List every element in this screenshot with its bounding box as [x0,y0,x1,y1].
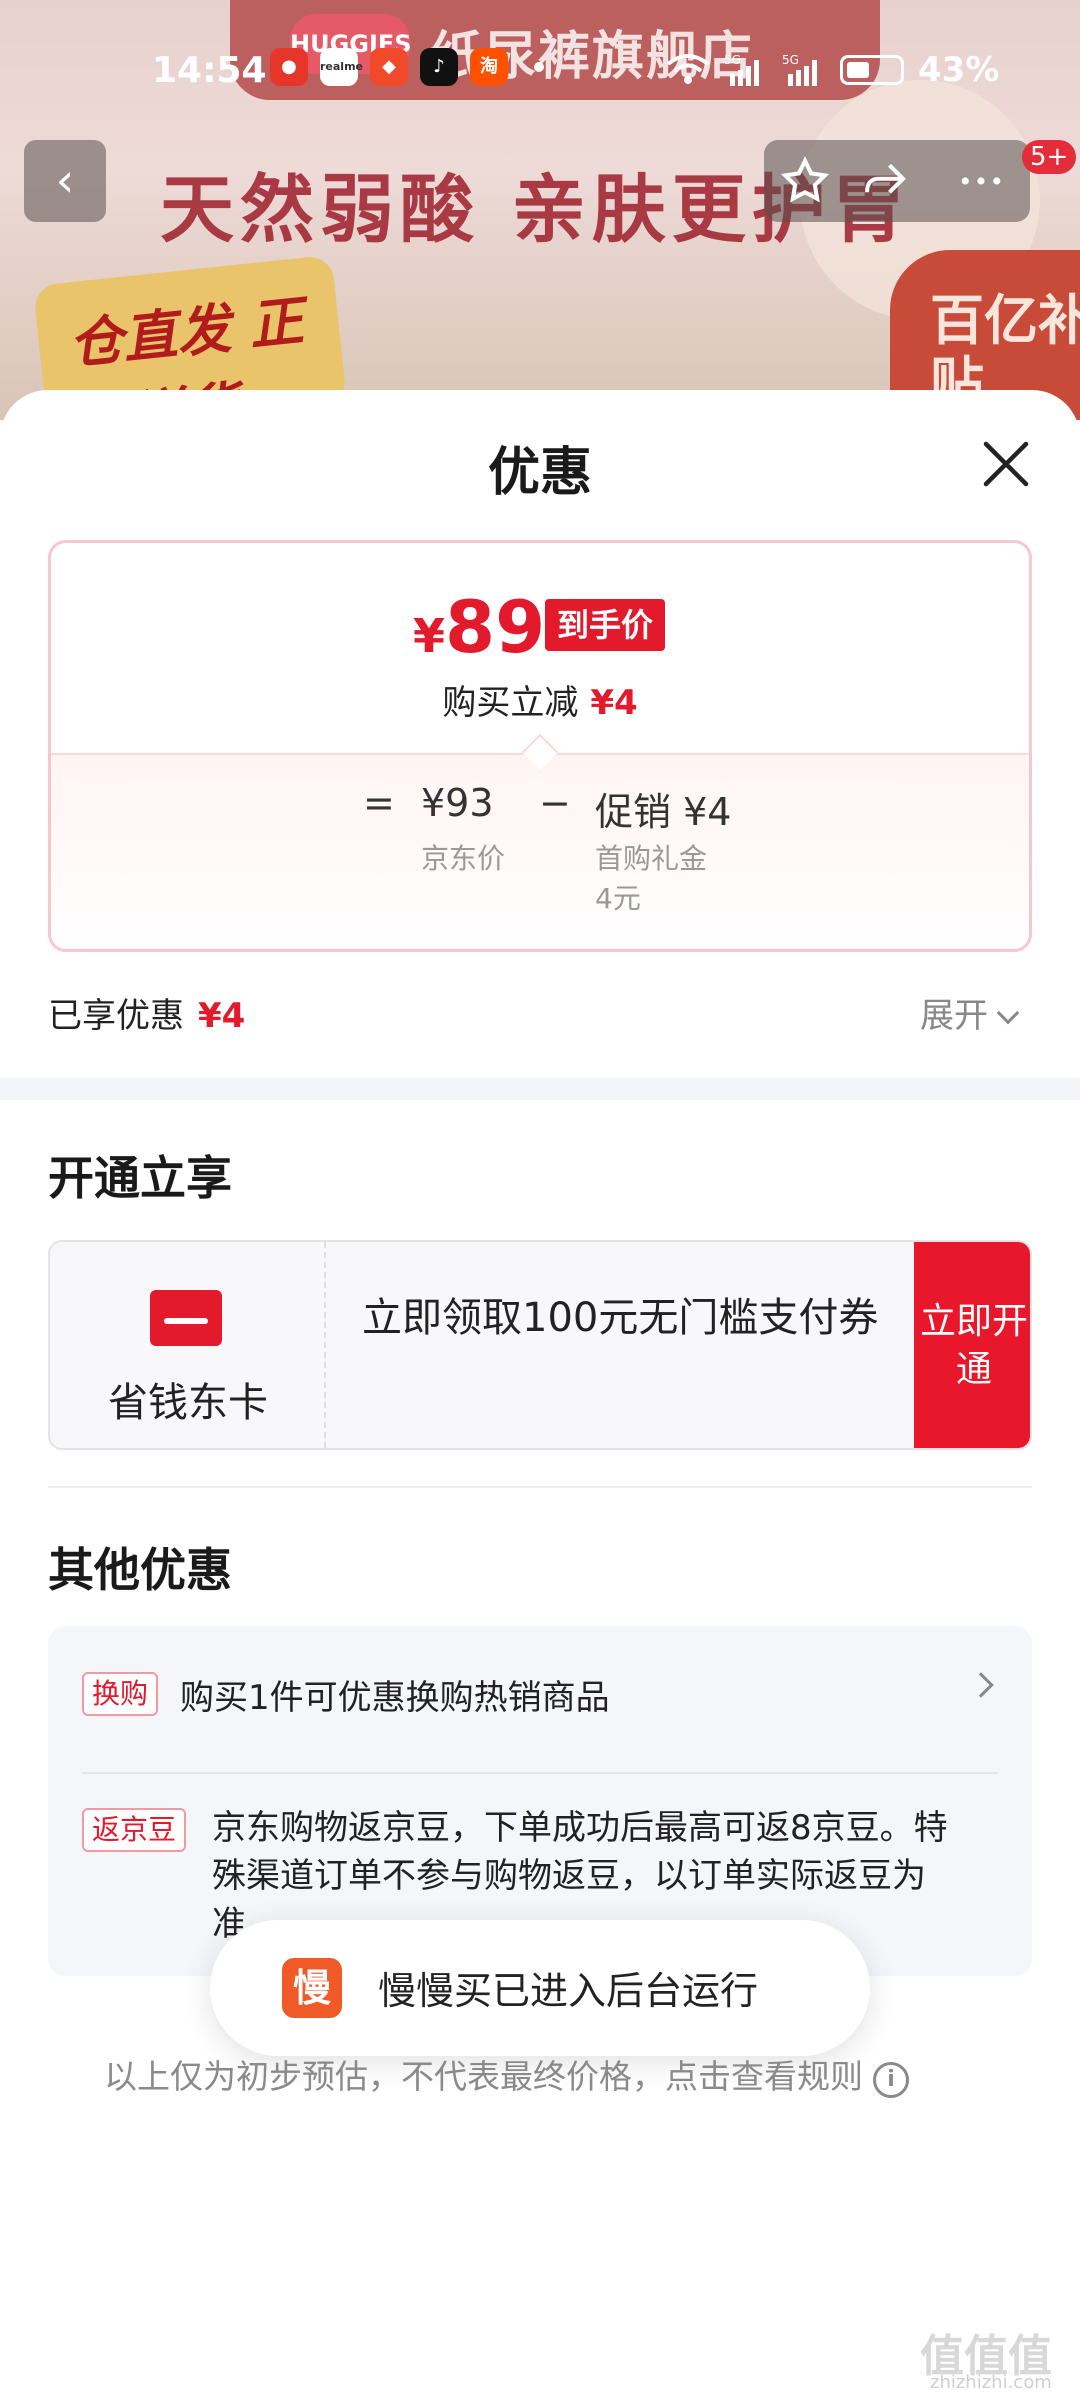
manmanmai-app-icon: 慢 [282,1958,342,2018]
sheet-title: 优惠 [487,443,592,503]
jingdou-tag: 返京豆 [82,1808,187,1852]
app-icon-3: ◆ [370,48,408,86]
minus-sign: − [539,781,571,825]
promo-detail-amount: 4元 [595,882,641,915]
battery-percent: 43% [918,50,1000,90]
list-item-jingdou: 返京豆 京东购物返京豆，下单成功后最高可返8京豆。特殊渠道订单不参与购物返豆，以… [82,1808,998,1944]
enjoyed-discount: 已享优惠 ¥4 [48,996,246,1036]
wifi-icon [666,54,710,84]
price-calculation: = ¥93 京东价 − 促销 ¥4 首购礼金 4元 [51,753,1029,949]
final-price-tag: 到手价 [545,599,666,651]
open-now-button[interactable]: 立即开通 [914,1242,1030,1448]
exchange-tag: 换购 [82,1672,159,1716]
signal-5g-icon: 5G [724,53,759,86]
card-name: 省钱东卡 [108,1380,268,1426]
status-right: 5G 5G 43% [666,50,999,90]
card-left: 省钱东卡 [50,1242,326,1448]
product-page-background: HUGGIES 纸尿裤旗舰店 天然弱酸 亲肤更护胃 仓直发 正品送货 百亿补贴 … [0,0,1080,420]
equals-sign: = [363,781,395,825]
divider [48,1486,1032,1488]
favorite-star-icon[interactable] [778,154,832,208]
final-price-area: ¥89 到手价 购买立减 ¥4 [51,543,1029,753]
notification-dot [534,62,544,72]
expand-button[interactable]: 展开 [920,988,1020,1037]
purchase-reduction: 购买立减 ¥4 [442,683,638,723]
background-running-toast: 慢 慢慢买已进入后台运行 [210,1920,870,2056]
credit-card-icon [150,1290,222,1346]
status-time: 14:54 [152,50,267,91]
section-divider [0,1078,1080,1100]
promo-amount: 促销 ¥4 [595,790,732,834]
card-offer-text: 立即领取100元无门槛支付券 [362,1295,879,1341]
info-icon: i [873,2062,909,2098]
discount-sheet: 优惠 ¥89 到手价 购买立减 ¥4 = ¥93 京东价 − 促销 ¥4 首购礼金… [0,390,1080,2400]
tiktok-icon: ♪ [420,48,458,86]
open-section-title: 开通立享 [48,1151,232,1205]
battery-icon [840,55,904,85]
watermark-url: zhizhizhi.com [930,2372,1052,2393]
close-icon[interactable] [976,434,1036,494]
back-button[interactable]: ‹ [24,140,106,222]
chevron-down-icon [996,1001,1020,1025]
savings-card-offer[interactable]: 省钱东卡 立即领取100元无门槛支付券 立即开通 [48,1240,1032,1450]
svg-text:5G: 5G [724,53,741,67]
final-price: ¥89 [413,585,546,669]
exchange-text: 购买1件可优惠换购热销商品 [180,1678,610,1718]
status-bar: 14:54 ● realme ◆ ♪ 淘 5G 5G 43% [0,40,1080,106]
svg-text:5G: 5G [782,53,799,67]
toast-text: 慢慢买已进入后台运行 [378,1969,759,2013]
list-divider [82,1772,998,1774]
jd-price: ¥93 [421,781,494,825]
promo-detail: 首购礼金 [595,842,708,875]
signal-5g-icon-2: 5G [782,53,817,86]
realme-icon: realme [320,48,363,86]
more-icon[interactable] [954,154,1008,208]
status-app-icons: ● realme ◆ ♪ 淘 [270,48,544,86]
top-action-group [764,140,1030,222]
jd-price-label: 京东价 [421,842,506,875]
disclaimer-link[interactable]: 以上仅为初步预估，不代表最终价格，点击查看规则 i [104,2050,909,2100]
message-count-badge: 5+ [1022,140,1077,174]
share-icon[interactable] [858,154,912,208]
taobao-icon: 淘 [470,48,508,86]
other-section-title: 其他优惠 [48,1543,232,1597]
chevron-right-icon [968,1672,994,1698]
list-item-exchange[interactable]: 换购 购买1件可优惠换购热销商品 [82,1672,998,1718]
price-breakdown-card: ¥89 到手价 购买立减 ¥4 = ¥93 京东价 − 促销 ¥4 首购礼金 4元 [48,540,1032,952]
app-icon-1: ● [270,48,308,86]
